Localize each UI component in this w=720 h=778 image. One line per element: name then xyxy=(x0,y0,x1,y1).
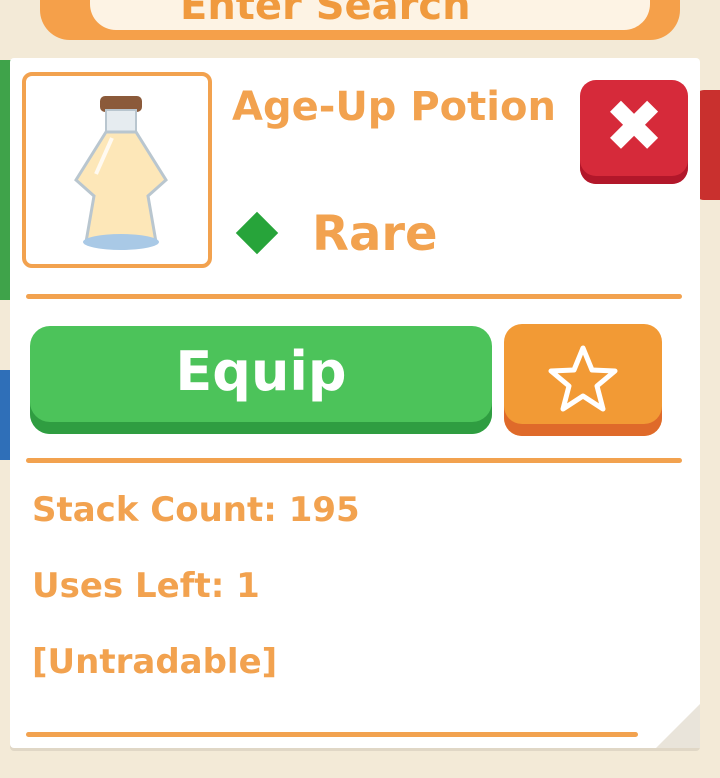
uses-left-text: Uses Left: 1 xyxy=(32,566,260,606)
divider xyxy=(26,458,682,463)
search-input[interactable]: Enter Search xyxy=(90,0,650,30)
equip-button[interactable]: Equip xyxy=(30,326,492,434)
stack-count-text: Stack Count: 195 xyxy=(32,490,360,530)
item-name: Age-Up Potion xyxy=(232,84,556,130)
equip-button-label: Equip xyxy=(175,340,347,403)
item-detail-card: Age-Up Potion ✖ Rare Equip Stack Count: … xyxy=(10,58,700,748)
close-icon: ✖ xyxy=(603,84,665,168)
rarity-diamond-icon xyxy=(235,211,279,255)
rarity-label: Rare xyxy=(312,206,438,262)
item-thumbnail xyxy=(22,72,212,268)
divider xyxy=(26,294,682,299)
divider xyxy=(26,732,638,737)
star-outline-icon xyxy=(548,345,618,412)
page-curl xyxy=(656,704,700,748)
potion-bottle-icon xyxy=(74,96,168,250)
favorite-button[interactable] xyxy=(504,324,662,436)
tradable-status-text: [Untradable] xyxy=(32,642,278,682)
close-button[interactable]: ✖ xyxy=(580,80,688,184)
